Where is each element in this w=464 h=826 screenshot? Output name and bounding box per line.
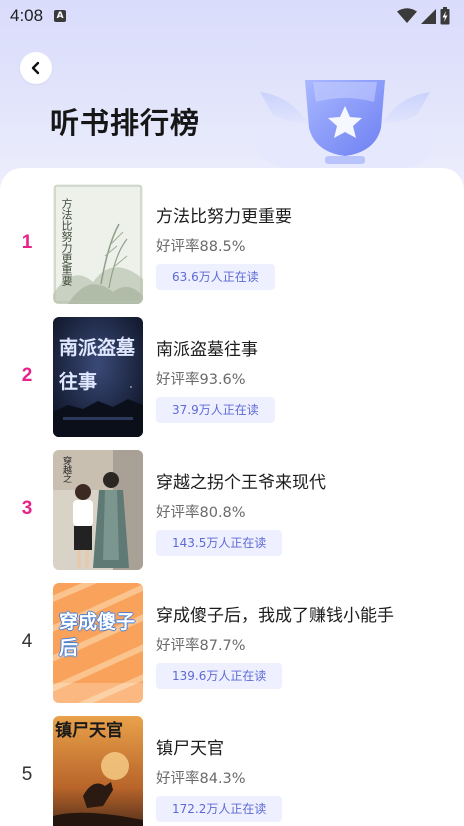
book-title[interactable]: 南派盗墓往事 (156, 335, 258, 360)
book-title[interactable]: 镇尸天官 (156, 734, 224, 759)
book-cover[interactable]: 方法比努力更重要 (53, 184, 143, 304)
list-item[interactable]: 4 穿成傻子后 穿成傻子后，我成了赚钱小能手 好评率87.7% 139.6万人正… (0, 583, 464, 703)
book-title[interactable]: 方法比努力更重要 (156, 202, 292, 227)
book-cover[interactable]: 南派盗墓往事 (53, 317, 143, 437)
back-button[interactable] (20, 52, 52, 84)
cover-title-text: 方法比努力更重要 (60, 198, 73, 286)
rating-text: 好评率88.5% (156, 239, 246, 255)
book-cover[interactable]: 穿成傻子后 (53, 583, 143, 703)
chevron-left-icon (31, 61, 40, 75)
status-time: 4:08 (10, 6, 44, 25)
readers-badge: 63.6万人正在读 (156, 264, 275, 290)
readers-badge: 139.6万人正在读 (156, 663, 283, 689)
rating-text: 好评率87.7% (156, 638, 246, 654)
trophy-star-icon (257, 80, 433, 176)
rating-text: 好评率80.8% (156, 505, 246, 521)
rank-number: 3 (21, 498, 33, 519)
list-item[interactable]: 1 方法比努力更重要 方法比努力更重要 好评率88.5% 63.6万人正在读 (0, 184, 464, 304)
rank-number: 4 (21, 631, 33, 652)
cover-title-text: 穿越之 (61, 456, 71, 483)
status-icons (397, 7, 450, 25)
readers-badge: 37.9万人正在读 (156, 397, 275, 423)
list-item[interactable]: 5 镇尸天官 镇尸天官 好评率84.3% 172.2万人正在读 (0, 716, 464, 826)
battery-charging-icon (440, 7, 450, 25)
list-item[interactable]: 3 穿越之 穿越之拐个王爷来现代 好评率80.8% 143.5万人正在读 (0, 450, 464, 570)
cover-title-text: 南派盗墓往事 (59, 337, 136, 393)
rank-number: 5 (21, 764, 33, 785)
cover-title-text: 穿成傻子后 (59, 611, 136, 659)
book-title[interactable]: 穿越之拐个王爷来现代 (156, 468, 326, 493)
list-item[interactable]: 2 南派盗墓往事 南派盗墓往事 好评率93.6% 37.9万人正在读 (0, 317, 464, 437)
rank-number: 2 (21, 365, 33, 386)
rating-text: 好评率84.3% (156, 771, 246, 787)
rating-text: 好评率93.6% (156, 372, 246, 388)
book-cover[interactable]: 穿越之 (53, 450, 143, 570)
ranking-list: 1 方法比努力更重要 方法比努力更重要 好评率88.5% 63.6万人正在读 2 (0, 168, 464, 826)
readers-badge: 172.2万人正在读 (156, 796, 283, 822)
signal-icon (421, 8, 436, 24)
readers-badge: 143.5万人正在读 (156, 530, 283, 556)
wifi-icon (397, 8, 417, 23)
book-title[interactable]: 穿成傻子后，我成了赚钱小能手 (156, 601, 394, 626)
page-title: 听书排行榜 (50, 106, 201, 140)
status-bar: 4:08 A (0, 0, 464, 32)
cover-title-text: 镇尸天官 (55, 721, 123, 741)
book-cover[interactable]: 镇尸天官 (53, 716, 143, 826)
rank-number: 1 (21, 232, 33, 253)
a-icon: A (54, 10, 67, 22)
